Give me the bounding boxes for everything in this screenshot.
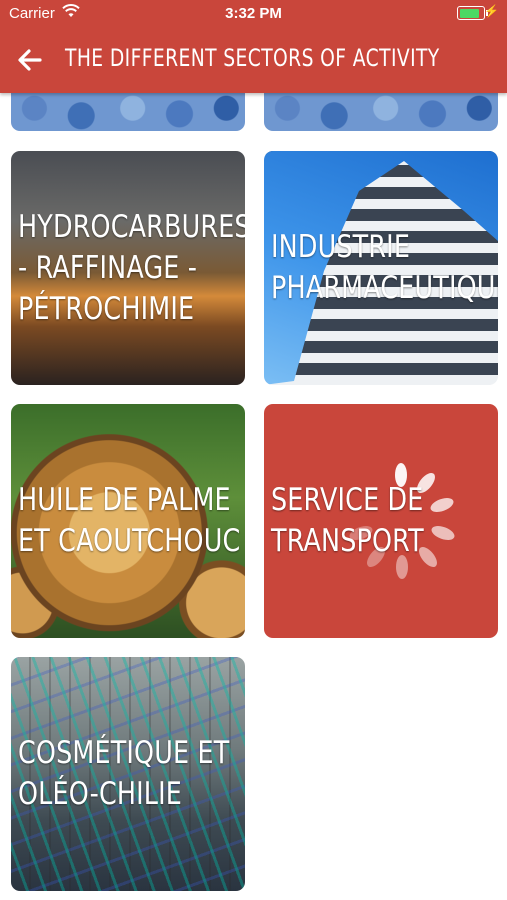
sector-label: COSMÉTIQUE ET OLÉO-CHILIE: [18, 735, 230, 812]
sector-label: HYDROCARBURES - RAFFINAGE - PÉTROCHIMIE: [18, 208, 245, 327]
sector-tile-palm-oil[interactable]: HUILE DE PALME ET CAOUTCHOUC: [11, 404, 245, 638]
sector-label: INDUSTRIE PHARMACEUTIQUE: [271, 229, 498, 306]
status-bar: Carrier 3:32 PM ⚡: [0, 0, 507, 26]
sector-tile-pharma[interactable]: INDUSTRIE PHARMACEUTIQUE: [264, 151, 498, 385]
app-header: Carrier 3:32 PM ⚡ THE DIFFERENT SECTORS …: [0, 0, 507, 93]
status-time: 3:32 PM: [225, 5, 282, 22]
sector-tile-partial[interactable]: [264, 93, 498, 131]
sector-tile-partial[interactable]: [11, 93, 245, 131]
sector-tile-hydrocarbures[interactable]: HYDROCARBURES - RAFFINAGE - PÉTROCHIMIE: [11, 151, 245, 385]
battery-icon: [457, 6, 488, 20]
sector-label: HUILE DE PALME ET CAOUTCHOUC: [18, 482, 241, 559]
page-title: THE DIFFERENT SECTORS OF ACTIVITY: [65, 44, 440, 72]
charging-icon: ⚡: [484, 4, 499, 18]
sector-label: SERVICE DE TRANSPORT: [271, 482, 424, 559]
arrow-left-icon[interactable]: [14, 44, 46, 76]
sector-tile-cosmetics[interactable]: COSMÉTIQUE ET OLÉO-CHILIE: [11, 657, 245, 891]
sector-tile-transport[interactable]: SERVICE DE TRANSPORT: [264, 404, 498, 638]
